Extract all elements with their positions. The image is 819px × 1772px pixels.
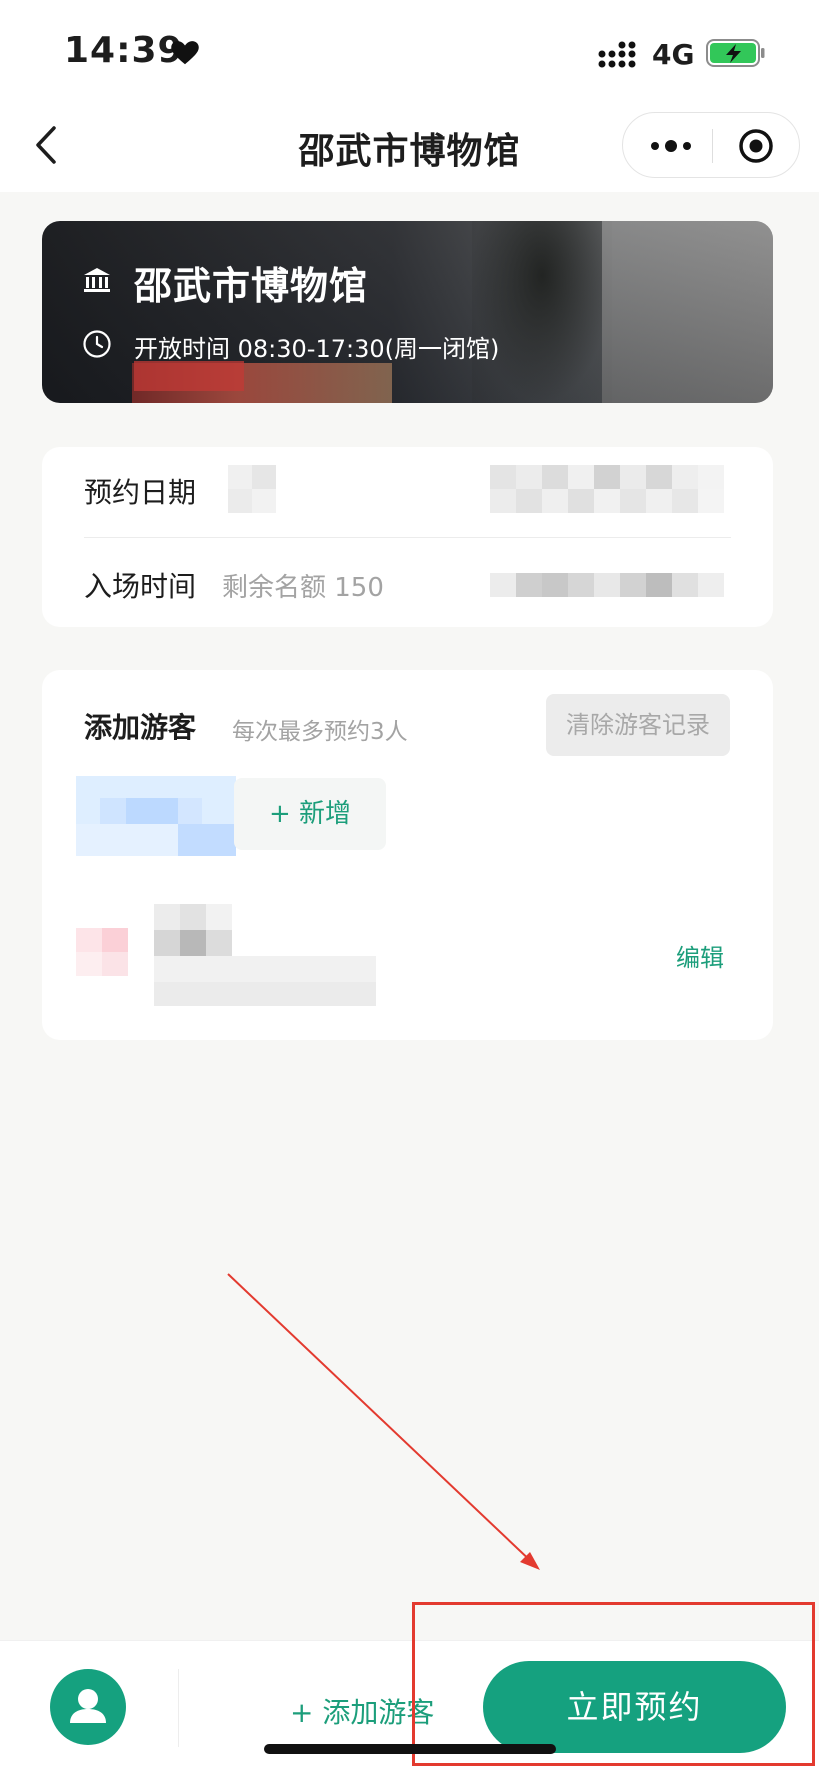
user-icon [70, 1689, 106, 1723]
profile-button[interactable] [50, 1669, 126, 1745]
home-indicator [264, 1744, 556, 1754]
annotation-arrow [227, 1273, 540, 1570]
annotation-highlight-box [412, 1602, 815, 1766]
bar-divider [178, 1669, 179, 1747]
